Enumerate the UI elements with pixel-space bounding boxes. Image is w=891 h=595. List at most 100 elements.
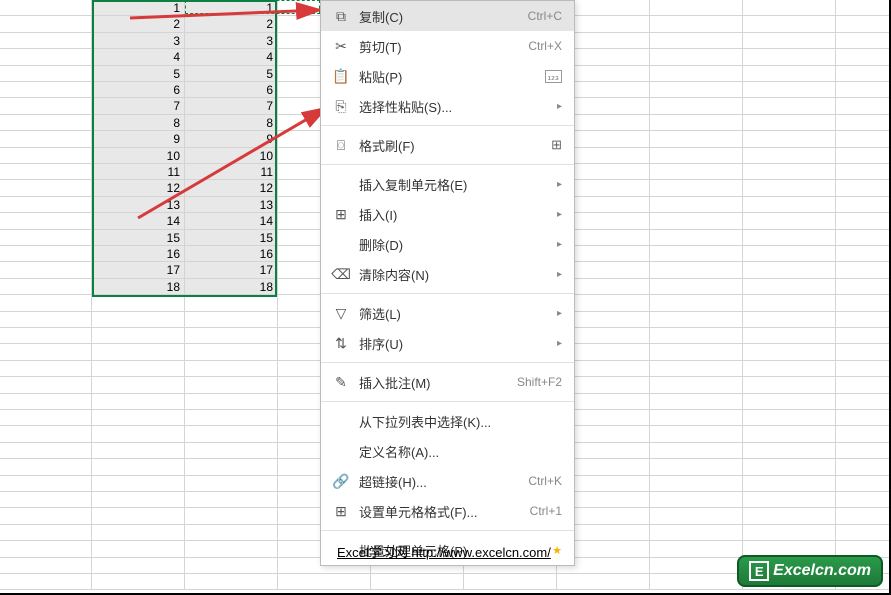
cell[interactable] [650,426,743,442]
menu-sort[interactable]: ⇅ 排序(U) ▸ [321,328,574,358]
cell-value[interactable]: 17 [185,262,278,278]
cell[interactable] [836,98,891,114]
menu-format-cells[interactable]: ⊞ 设置单元格格式(F)... Ctrl+1 [321,496,574,526]
cell[interactable] [650,180,743,196]
menu-format-painter[interactable]: ⌼ 格式刷(F) ⊞ [321,130,574,160]
cell[interactable] [92,541,185,557]
cell[interactable] [836,410,891,426]
cell[interactable] [0,131,92,147]
cell[interactable] [185,394,278,410]
cell[interactable] [185,508,278,524]
cell[interactable] [0,377,92,393]
cell[interactable] [650,295,743,311]
cell[interactable] [836,426,891,442]
cell[interactable] [743,312,836,328]
cell[interactable] [92,558,185,574]
cell[interactable] [650,279,743,295]
cell[interactable] [650,33,743,49]
cell[interactable] [92,328,185,344]
cell[interactable] [92,361,185,377]
cell[interactable] [0,213,92,229]
cell-value[interactable]: 10 [92,148,185,164]
cell[interactable] [836,66,891,82]
cell[interactable] [185,574,278,590]
cell[interactable] [836,492,891,508]
menu-paste[interactable]: 📋 粘贴(P) ₁₂₃ [321,61,574,91]
cell[interactable] [0,476,92,492]
cell[interactable] [743,361,836,377]
cell[interactable] [836,246,891,262]
cell[interactable] [185,312,278,328]
cell[interactable] [836,328,891,344]
cell[interactable] [836,230,891,246]
cell[interactable] [650,492,743,508]
cell[interactable] [743,262,836,278]
cell[interactable] [185,492,278,508]
cell[interactable] [650,410,743,426]
cell[interactable] [650,443,743,459]
cell[interactable] [836,443,891,459]
cell[interactable] [836,344,891,360]
cell-value[interactable]: 1 [185,0,278,16]
cell[interactable] [650,328,743,344]
menu-insert-comment[interactable]: ✎ 插入批注(M) Shift+F2 [321,367,574,397]
cell[interactable] [836,148,891,164]
cell[interactable] [92,344,185,360]
cell[interactable] [92,525,185,541]
cell[interactable] [0,49,92,65]
cell-value[interactable]: 8 [185,115,278,131]
cell-value[interactable]: 10 [185,148,278,164]
cell-value[interactable]: 13 [92,197,185,213]
cell[interactable] [0,262,92,278]
cell[interactable] [92,410,185,426]
cell[interactable] [185,377,278,393]
cell-value[interactable]: 7 [185,98,278,114]
cell[interactable] [650,377,743,393]
cell[interactable] [836,295,891,311]
cell-value[interactable]: 3 [185,33,278,49]
cell[interactable] [650,148,743,164]
cell[interactable] [836,508,891,524]
cell[interactable] [92,426,185,442]
cell[interactable] [743,394,836,410]
cell-value[interactable]: 1 [92,0,185,16]
cell-value[interactable]: 17 [92,262,185,278]
cell[interactable] [836,16,891,32]
cell[interactable] [92,394,185,410]
cell[interactable] [836,115,891,131]
cell[interactable] [836,0,891,16]
cell[interactable] [650,115,743,131]
cell[interactable] [836,49,891,65]
cell[interactable] [0,459,92,475]
cell[interactable] [0,197,92,213]
cell[interactable] [650,312,743,328]
cell[interactable] [743,295,836,311]
cell[interactable] [743,0,836,16]
cell[interactable] [650,558,743,574]
menu-paste-special[interactable]: ⎘ 选择性粘贴(S)... ▸ [321,91,574,121]
cell[interactable] [0,246,92,262]
menu-insert[interactable]: ⊞ 插入(I) ▸ [321,199,574,229]
cell[interactable] [743,410,836,426]
cell[interactable] [743,459,836,475]
cell[interactable] [836,197,891,213]
cell[interactable] [0,0,92,16]
cell[interactable] [0,66,92,82]
cell[interactable] [743,66,836,82]
cell-value[interactable]: 14 [92,213,185,229]
cell-value[interactable]: 16 [185,246,278,262]
cell[interactable] [92,459,185,475]
cell[interactable] [650,197,743,213]
cell[interactable] [185,344,278,360]
cell[interactable] [650,0,743,16]
cell[interactable] [650,344,743,360]
cell-value[interactable]: 7 [92,98,185,114]
cell[interactable] [0,164,92,180]
cell[interactable] [92,476,185,492]
cell[interactable] [0,16,92,32]
cell[interactable] [650,230,743,246]
cell[interactable] [743,426,836,442]
menu-dropdown-select[interactable]: 从下拉列表中选择(K)... [321,406,574,436]
cell[interactable] [464,574,557,590]
cell[interactable] [185,426,278,442]
